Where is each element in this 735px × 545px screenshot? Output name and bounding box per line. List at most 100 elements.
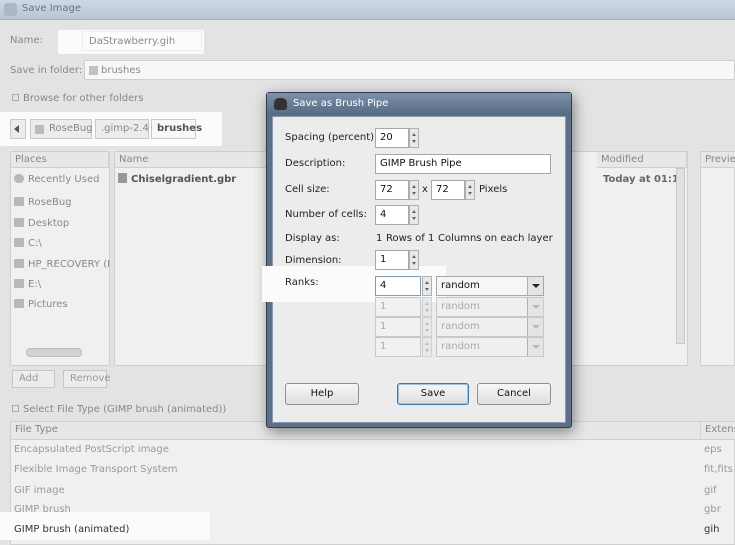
place-c-drive[interactable]: C:\ (14, 238, 42, 249)
expander-icon (12, 405, 19, 412)
file-name: Chiselgradient.gbr (131, 174, 237, 185)
drive-icon (14, 259, 24, 268)
place-recently-used[interactable]: Recently Used (14, 174, 99, 185)
drive-icon (14, 279, 24, 288)
back-arrow-button[interactable] (10, 119, 26, 139)
crumb-label: RoseBug (49, 123, 93, 134)
place-hp-recovery[interactable]: HP_RECOVERY (I (14, 259, 110, 270)
rank-4-mode-select: random (436, 337, 544, 357)
dimension-stepper[interactable] (409, 250, 419, 270)
place-desktop[interactable]: Desktop (14, 218, 69, 229)
brush-file-icon (118, 173, 127, 183)
place-label: HP_RECOVERY (I (28, 259, 111, 270)
place-label: Pictures (28, 299, 68, 310)
rank-4-stepper (422, 337, 432, 357)
rank-2-mode-select: random (436, 297, 544, 317)
modified-column-header[interactable]: Modified (597, 152, 687, 168)
rank-1-input[interactable]: 4 (375, 276, 421, 296)
clock-icon (14, 174, 24, 183)
file-type-row[interactable]: Encapsulated PostScript image (14, 444, 169, 455)
left-arrow-icon (14, 125, 19, 133)
place-label: E:\ (28, 279, 42, 290)
place-e-drive[interactable]: E:\ (14, 279, 41, 290)
preview-panel: Previe (700, 151, 735, 366)
file-type-ext: gif (704, 485, 717, 496)
window-titlebar: Save Image (0, 0, 735, 20)
browse-label: Browse for other folders (23, 93, 144, 104)
name-input[interactable]: DaStrawberry.gih (82, 31, 202, 51)
cancel-button[interactable]: Cancel (477, 383, 551, 405)
columns-text: Columns on each layer (438, 233, 553, 244)
file-type-row[interactable]: GIF image (14, 485, 65, 496)
place-label: C:\ (28, 238, 42, 249)
num-cells-stepper[interactable] (409, 205, 419, 225)
rank-4-input: 1 (375, 337, 421, 357)
home-folder-icon (14, 197, 24, 206)
add-bookmark-button[interactable]: Add (12, 370, 55, 388)
display-rows: 1 (376, 233, 383, 244)
folder-icon (14, 299, 24, 308)
place-rosebug[interactable]: RoseBug (14, 197, 72, 208)
chevron-down-icon (527, 338, 543, 356)
expander-icon (12, 94, 19, 101)
file-type-ext: gbr (704, 504, 721, 515)
remove-bookmark-button[interactable]: Remove (63, 370, 111, 388)
save-in-folder-label: Save in folder: (10, 65, 83, 76)
chevron-down-icon (527, 298, 543, 316)
spacing-stepper[interactable] (409, 128, 419, 148)
cell-width-stepper[interactable] (409, 180, 419, 200)
places-scrollbar[interactable] (26, 348, 82, 357)
rank-1-mode: random (441, 280, 480, 291)
file-type-row[interactable]: Flexible Image Transport System (14, 464, 178, 475)
files-scrollbar[interactable] (676, 168, 685, 344)
dialog-title: Save as Brush Pipe (293, 98, 389, 109)
help-button[interactable]: Help (285, 383, 359, 405)
num-cells-input[interactable]: 4 (375, 205, 409, 225)
rank-2-input: 1 (375, 297, 421, 317)
place-label: RoseBug (28, 197, 72, 208)
file-type-ext: fit,fits (704, 464, 733, 475)
browse-expander[interactable]: Browse for other folders (12, 93, 144, 104)
crumb-rosebug[interactable]: RoseBug (30, 119, 93, 139)
description-input[interactable]: GIMP Brush Pipe (375, 154, 551, 174)
file-modified: Today at 01:15 (603, 174, 686, 185)
window-title: Save Image (22, 3, 82, 14)
dimension-label: Dimension: (285, 255, 342, 266)
cell-height-stepper[interactable] (465, 180, 475, 200)
file-type-ext: eps (704, 444, 722, 455)
dimension-input[interactable]: 1 (375, 250, 409, 270)
cell-height-input[interactable]: 72 (431, 180, 465, 200)
spacing-input[interactable]: 20 (375, 128, 409, 148)
dialog-titlebar: Save as Brush Pipe (267, 93, 571, 115)
file-type-expander[interactable]: Select File Type (GIMP brush (animated)) (12, 404, 226, 415)
save-button[interactable]: Save (397, 383, 469, 405)
desktop-icon (14, 218, 24, 227)
place-pictures[interactable]: Pictures (14, 299, 68, 310)
place-label: Recently Used (28, 174, 100, 185)
spacing-label: Spacing (percent): (285, 132, 378, 143)
places-header[interactable]: Places (11, 152, 109, 168)
rank-1-stepper[interactable] (422, 276, 432, 296)
extension-header[interactable]: Extensi (701, 422, 735, 440)
display-as-label: Display as: (285, 233, 340, 244)
file-type-row-selected[interactable]: GIMP brush (animated) (14, 524, 129, 535)
crumb-gimp[interactable]: .gimp-2.4 (95, 119, 149, 139)
rank-1-mode-select[interactable]: random (436, 276, 544, 296)
preview-header: Previe (701, 152, 735, 168)
folder-combo[interactable]: brushes (84, 60, 735, 80)
rank-3-stepper (422, 317, 432, 337)
cell-width-input[interactable]: 72 (375, 180, 409, 200)
file-row[interactable]: Chiselgradient.gbr (118, 173, 236, 185)
description-label: Description: (285, 158, 346, 169)
gimp-wilber-icon (274, 98, 287, 110)
ranks-label: Ranks: (285, 277, 319, 288)
rank-2-stepper (422, 297, 432, 317)
name-column-header[interactable]: Name (115, 152, 271, 168)
cell-size-label: Cell size: (285, 184, 330, 195)
folder-icon (89, 66, 98, 75)
rank-3-mode: random (441, 321, 480, 332)
gimp-app-icon (4, 3, 17, 16)
rows-of-text: Rows of (386, 233, 425, 244)
chevron-down-icon[interactable] (527, 277, 543, 295)
crumb-brushes[interactable]: brushes (151, 119, 202, 139)
